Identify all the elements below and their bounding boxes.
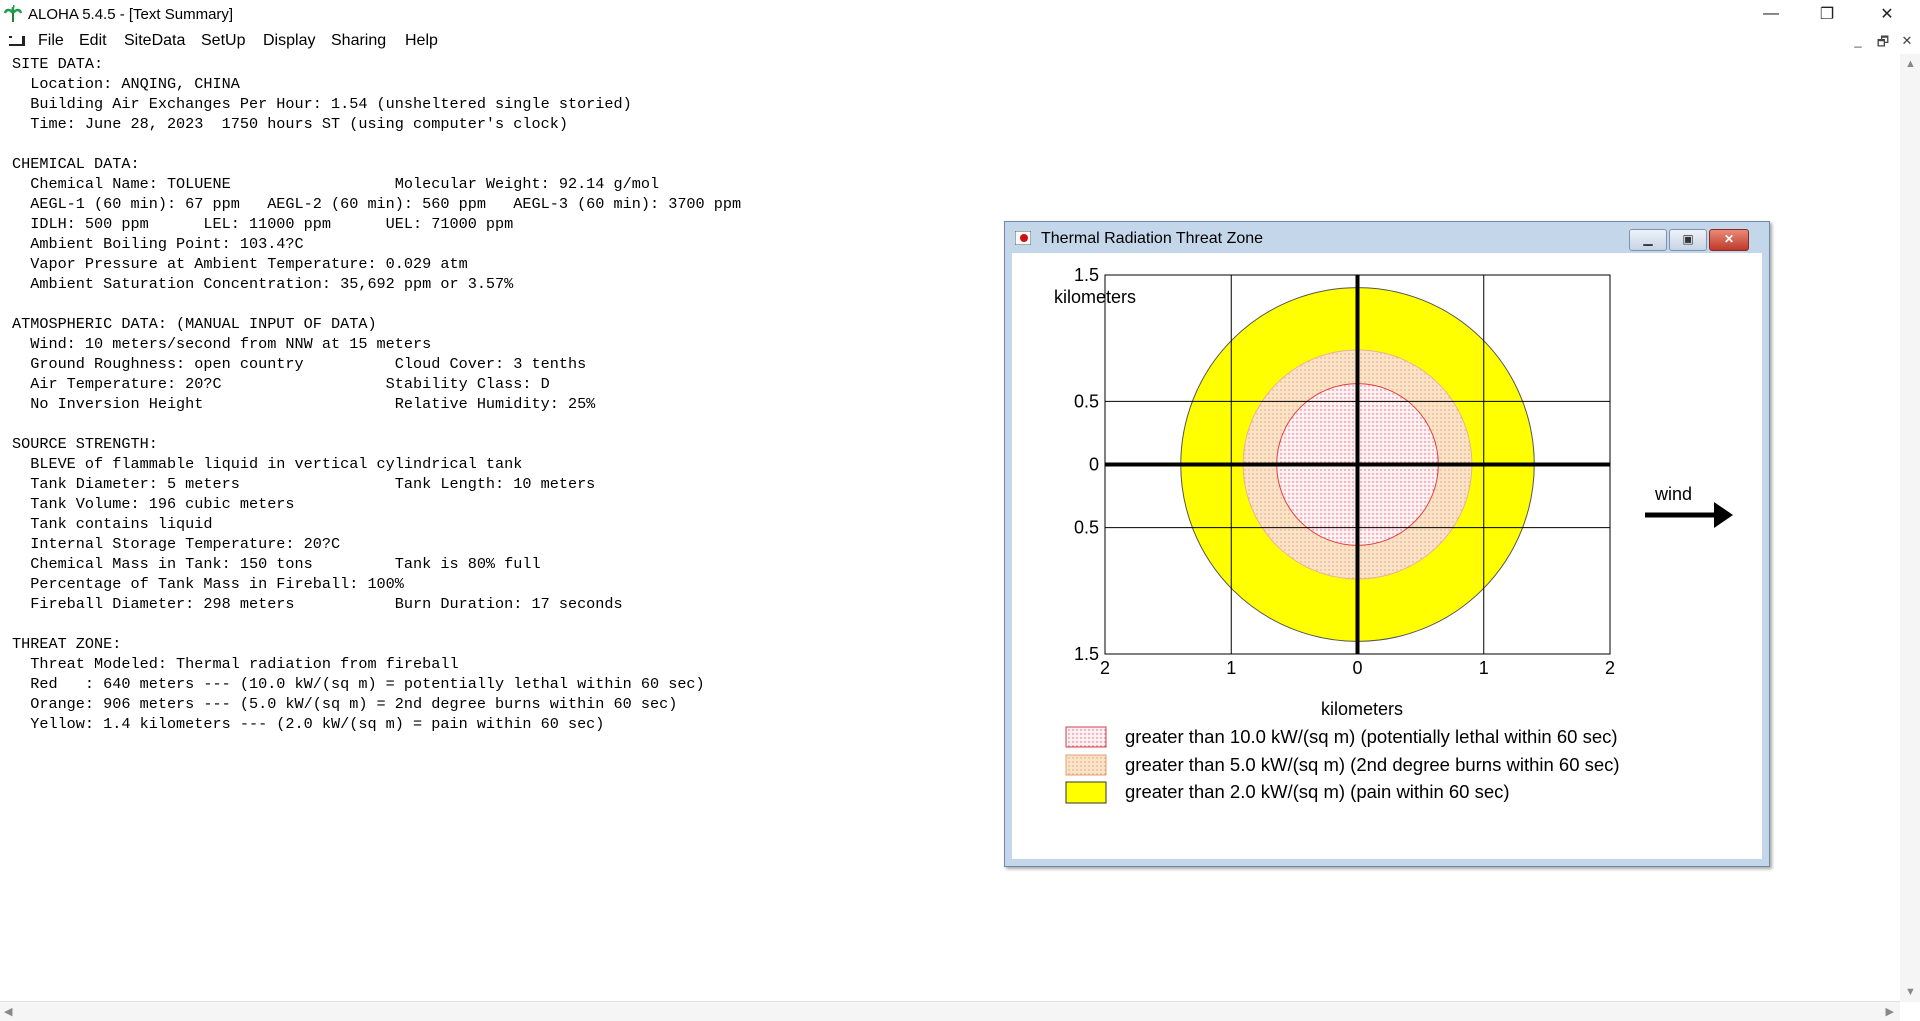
threat-zone-plot: kilometers kilometers 1.5 0.5 0 0.5 1.5 2 1 0 1…: [1054, 265, 1733, 804]
menu-file[interactable]: File: [38, 32, 64, 50]
document-icon[interactable]: [8, 34, 26, 48]
minimize-icon: —: [1763, 5, 1779, 22]
y-axis-unit: kilometers: [1054, 287, 1136, 307]
restore-icon: ❐: [1819, 6, 1835, 23]
threat-zone-titlebar[interactable]: Thermal Radiation Threat Zone ▁ ▣ ✕: [1005, 222, 1769, 252]
mdi-close-button[interactable]: ✕: [1898, 33, 1916, 49]
menu-display[interactable]: Display: [263, 32, 315, 50]
legend-label-orange: greater than 5.0 kW/(sq m) (2nd degree b…: [1125, 754, 1620, 775]
wind-arrow-icon: [1645, 502, 1733, 528]
title-bar: ALOHA 5.4.5 - [Text Summary] — ❐ ✕: [0, 0, 1920, 28]
x-tick-label: 0: [1352, 658, 1362, 678]
threat-zone-client: kilometers kilometers 1.5 0.5 0 0.5 1.5 2 1 0 1…: [1012, 253, 1762, 859]
scroll-left-icon[interactable]: ◀: [4, 1005, 12, 1018]
y-tick-label: 0.5: [1074, 391, 1099, 411]
child-close-button[interactable]: ✕: [1709, 229, 1749, 251]
menu-setup[interactable]: SetUp: [201, 32, 245, 50]
menu-help[interactable]: Help: [405, 32, 438, 50]
minimize-button[interactable]: —: [1748, 0, 1794, 28]
y-tick-label: 0: [1089, 455, 1099, 475]
threat-zone-window-icon: [1015, 231, 1031, 245]
mdi-minimize-button[interactable]: _: [1849, 33, 1867, 48]
menu-sitedata[interactable]: SiteData: [124, 32, 185, 50]
menu-sharing[interactable]: Sharing: [331, 32, 386, 50]
menu-bar: File Edit SiteData SetUp Display Sharing…: [0, 28, 1920, 54]
palm-tree-icon: [4, 5, 22, 23]
scroll-down-icon[interactable]: ▼: [1905, 986, 1916, 998]
child-maximize-button[interactable]: ▣: [1669, 229, 1707, 251]
y-tick-label: 1.5: [1074, 644, 1099, 664]
x-tick-label: 2: [1100, 658, 1110, 678]
restore-button[interactable]: ❐: [1804, 0, 1850, 28]
mdi-restore-button[interactable]: 🗗: [1874, 33, 1892, 55]
threat-zone-window[interactable]: Thermal Radiation Threat Zone ▁ ▣ ✕ kilo…: [1004, 221, 1770, 867]
menu-edit[interactable]: Edit: [79, 32, 107, 50]
legend-swatch-orange: [1065, 754, 1107, 776]
x-axis-unit: kilometers: [1321, 699, 1403, 719]
close-button[interactable]: ✕: [1864, 0, 1910, 28]
text-summary: SITE DATA: Location: ANQING, CHINA Build…: [12, 55, 742, 733]
x-tick-label: 1: [1226, 658, 1236, 678]
scroll-up-icon[interactable]: ▲: [1905, 58, 1916, 70]
y-tick-label: 0.5: [1074, 518, 1099, 538]
threat-zone-title: Thermal Radiation Threat Zone: [1041, 230, 1264, 247]
child-minimize-button[interactable]: ▁: [1629, 229, 1667, 251]
legend-label-yellow: greater than 2.0 kW/(sq m) (pain within …: [1125, 781, 1510, 802]
legend-label-red: greater than 10.0 kW/(sq m) (potentially…: [1125, 726, 1618, 747]
legend-swatch-red: [1065, 726, 1107, 748]
wind-label: wind: [1654, 484, 1692, 504]
window-title: ALOHA 5.4.5 - [Text Summary]: [28, 6, 234, 23]
scroll-right-icon[interactable]: ▶: [1886, 1005, 1894, 1018]
x-tick-label: 1: [1479, 658, 1489, 678]
y-tick-label: 1.5: [1074, 265, 1099, 285]
close-icon: ✕: [1880, 6, 1894, 23]
x-tick-label: 2: [1605, 658, 1615, 678]
vertical-scrollbar[interactable]: ▲ ▼: [1900, 54, 1920, 1002]
legend-swatch-yellow: [1065, 781, 1107, 804]
horizontal-scrollbar[interactable]: ◀ ▶: [0, 1001, 1900, 1021]
